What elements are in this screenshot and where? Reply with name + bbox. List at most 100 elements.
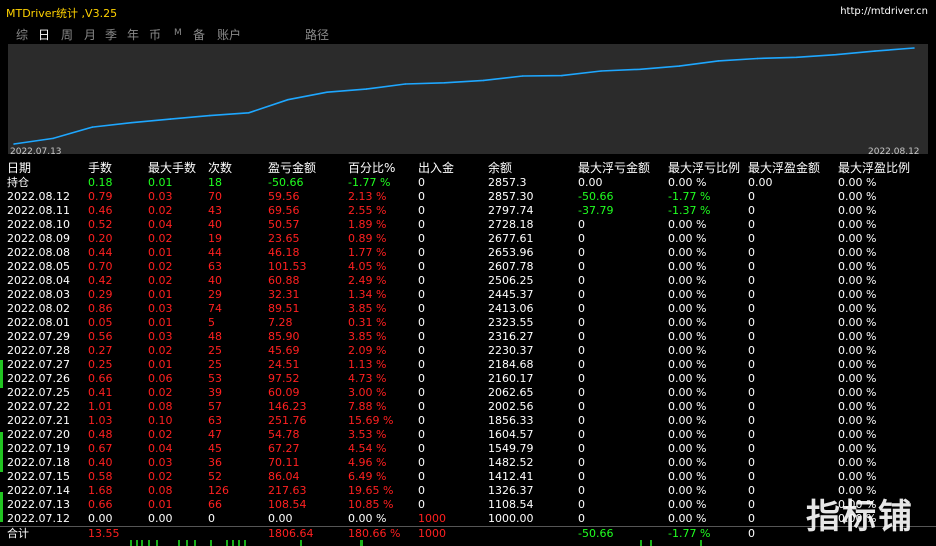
table-row[interactable]: 2022.08.02 0.86 0.03 74 89.51 3.85 % 0 2413.06 0… (0, 302, 936, 316)
deposit-cell: 0 (418, 260, 425, 273)
max-lots-cell: 0.01 (148, 288, 173, 301)
max-float-profit-pct-cell: 0.00 % (838, 316, 877, 329)
count-cell: 40 (208, 218, 222, 231)
tab-summary[interactable]: 综 (16, 26, 28, 43)
tab-quarter[interactable]: 季 (105, 26, 117, 43)
tab-day[interactable]: 日 (38, 26, 50, 43)
table-row[interactable]: 2022.07.21 1.03 0.10 63 251.76 15.69 % 0 1856.3… (0, 414, 936, 428)
max-float-profit-pct-cell: 0.00 % (838, 260, 877, 273)
lots-cell: 0.46 (88, 204, 113, 217)
pct-cell: 1.34 % (348, 288, 387, 301)
deposit-cell: 0 (418, 302, 425, 315)
position-row[interactable]: 持仓 0.18 0.01 18 -50.66 -1.77 % 0 2857.3 0.00 0.00… (0, 176, 936, 190)
lots-cell: 0.79 (88, 190, 113, 203)
lots-cell: 0.44 (88, 246, 113, 259)
table-row[interactable]: 2022.07.19 0.67 0.04 45 67.27 4.54 % 0 1549.79 0… (0, 442, 936, 456)
count-cell: 70 (208, 190, 222, 203)
table-row[interactable]: 2022.07.27 0.25 0.01 25 24.51 1.13 % 0 2184.68 0… (0, 358, 936, 372)
header-max-float-profit: 最大浮盈金额 (748, 161, 821, 175)
app-title: MTDriver统计 ,V3.25 (6, 7, 118, 20)
date-cell: 2022.07.13 (7, 498, 70, 511)
total-row[interactable]: 合计 13.55 1806.64 180.66 % 1000 -50.66 -1.77 % 0 (0, 526, 936, 541)
max-float-profit-cell: 0 (748, 372, 755, 385)
count-cell: 40 (208, 274, 222, 287)
max-float-profit-pct-cell: 0.00 % (838, 428, 877, 441)
table-row[interactable]: 2022.07.20 0.48 0.02 47 54.78 3.53 % 0 1604.57 0… (0, 428, 936, 442)
table-row[interactable]: 2022.08.11 0.46 0.02 43 69.56 2.55 % 0 2797.74 -… (0, 204, 936, 218)
tab-month[interactable]: 月 (84, 26, 96, 43)
count-cell: 126 (208, 484, 229, 497)
max-float-profit-cell: 0 (748, 246, 755, 259)
date-cell: 2022.08.04 (7, 274, 70, 287)
table-row[interactable]: 2022.07.18 0.40 0.03 36 70.11 4.96 % 0 1482.52 0… (0, 456, 936, 470)
site-url-link[interactable]: http://mtdriver.cn (840, 6, 928, 17)
table-row[interactable]: 2022.08.08 0.44 0.01 44 46.18 1.77 % 0 2653.96 0… (0, 246, 936, 260)
table-row[interactable]: 2022.07.26 0.66 0.06 53 97.52 4.73 % 0 2160.17 0… (0, 372, 936, 386)
max-float-loss-pct-cell: 0.00 % (668, 512, 707, 525)
table-row[interactable]: 2022.08.12 0.79 0.03 70 59.56 2.13 % 0 2857.30 -… (0, 190, 936, 204)
max-float-profit-cell: 0 (748, 470, 755, 483)
table-row[interactable]: 2022.07.15 0.58 0.02 52 86.04 6.49 % 0 1412.41 0… (0, 470, 936, 484)
lots-cell: 0.18 (88, 176, 113, 189)
table-row[interactable]: 2022.07.29 0.56 0.03 48 85.90 3.85 % 0 2316.27 0… (0, 330, 936, 344)
pnl-cell: 101.53 (268, 260, 307, 273)
table-row[interactable]: 2022.08.05 0.70 0.02 63 101.53 4.05 % 0 2607.78… (0, 260, 936, 274)
table-row[interactable]: 2022.08.01 0.05 0.01 5 7.28 0.31 % 0 2323.55 0 0.… (0, 316, 936, 330)
pnl-cell: 0.00 (268, 512, 293, 525)
table-row[interactable]: 2022.07.12 0.00 0.00 0 0.00 0.00 % 1000 1000.00… (0, 512, 936, 526)
tab-account[interactable]: 账户 (217, 26, 241, 43)
total-pnl: 1806.64 (268, 527, 314, 540)
count-cell: 57 (208, 400, 222, 413)
balance-cell: 2506.25 (488, 274, 534, 287)
date-cell: 2022.08.01 (7, 316, 70, 329)
pnl-cell: 59.56 (268, 190, 300, 203)
tab-year[interactable]: 年 (127, 26, 139, 43)
date-cell: 2022.08.11 (7, 204, 70, 217)
indicator-bar (186, 540, 188, 546)
tab-path[interactable]: 路径 (305, 26, 329, 43)
max-lots-cell: 0.03 (148, 302, 173, 315)
pnl-cell: 108.54 (268, 498, 307, 511)
max-float-profit-cell: 0 (748, 484, 755, 497)
table-row[interactable]: 2022.07.28 0.27 0.02 25 45.69 2.09 % 0 2230.37 0… (0, 344, 936, 358)
count-cell: 63 (208, 260, 222, 273)
table-row[interactable]: 2022.07.13 0.66 0.01 66 108.54 10.85 % 0 1108.5… (0, 498, 936, 512)
max-float-loss-pct-cell: -1.37 % (668, 204, 711, 217)
max-float-loss-cell: 0.00 (578, 176, 603, 189)
max-float-loss-pct-cell: 0.00 % (668, 442, 707, 455)
max-float-loss-cell: 0 (578, 358, 585, 371)
max-float-loss-pct-cell: 0.00 % (668, 176, 707, 189)
date-cell: 2022.08.03 (7, 288, 70, 301)
date-cell: 2022.07.19 (7, 442, 70, 455)
tab-notes[interactable]: 备 (193, 26, 205, 43)
deposit-cell: 0 (418, 386, 425, 399)
table-row[interactable]: 2022.08.09 0.20 0.02 19 23.65 0.89 % 0 2677.61 0… (0, 232, 936, 246)
deposit-cell: 0 (418, 204, 425, 217)
tab-week[interactable]: 周 (61, 26, 73, 43)
tab-currency[interactable]: 币 (149, 26, 161, 43)
max-lots-cell: 0.01 (148, 498, 173, 511)
lots-cell: 0.66 (88, 498, 113, 511)
table-row[interactable]: 2022.07.22 1.01 0.08 57 146.23 7.88 % 0 2002.56… (0, 400, 936, 414)
tab-m[interactable]: M (174, 28, 182, 38)
balance-chart-svg (13, 47, 915, 145)
table-row[interactable]: 2022.08.10 0.52 0.04 40 50.57 1.89 % 0 2728.18 0… (0, 218, 936, 232)
table-row[interactable]: 2022.07.14 1.68 0.08 126 217.63 19.65 % 0 1326.… (0, 484, 936, 498)
table-row[interactable]: 2022.08.04 0.42 0.02 40 60.88 2.49 % 0 2506.25 0… (0, 274, 936, 288)
indicator-bar (130, 540, 132, 546)
deposit-cell: 0 (418, 330, 425, 343)
balance-cell: 2323.55 (488, 316, 534, 329)
max-float-profit-pct-cell: 0.00 % (838, 274, 877, 287)
table-row[interactable]: 2022.07.25 0.41 0.02 39 60.09 3.00 % 0 2062.65 0… (0, 386, 936, 400)
table-row[interactable]: 2022.08.03 0.29 0.01 29 32.31 1.34 % 0 2445.37 0… (0, 288, 936, 302)
chart-end-date: 2022.08.12 (868, 147, 920, 157)
max-float-profit-cell: 0 (748, 512, 755, 525)
total-pct: 180.66 % (348, 527, 401, 540)
max-float-loss-pct-cell: 0.00 % (668, 260, 707, 273)
deposit-cell: 0 (418, 498, 425, 511)
indicator-bar (194, 540, 196, 546)
balance-point (52, 137, 54, 140)
count-cell: 53 (208, 372, 222, 385)
indicator-bar (226, 540, 228, 546)
max-float-profit-pct-cell: 0.00 % (838, 176, 877, 189)
